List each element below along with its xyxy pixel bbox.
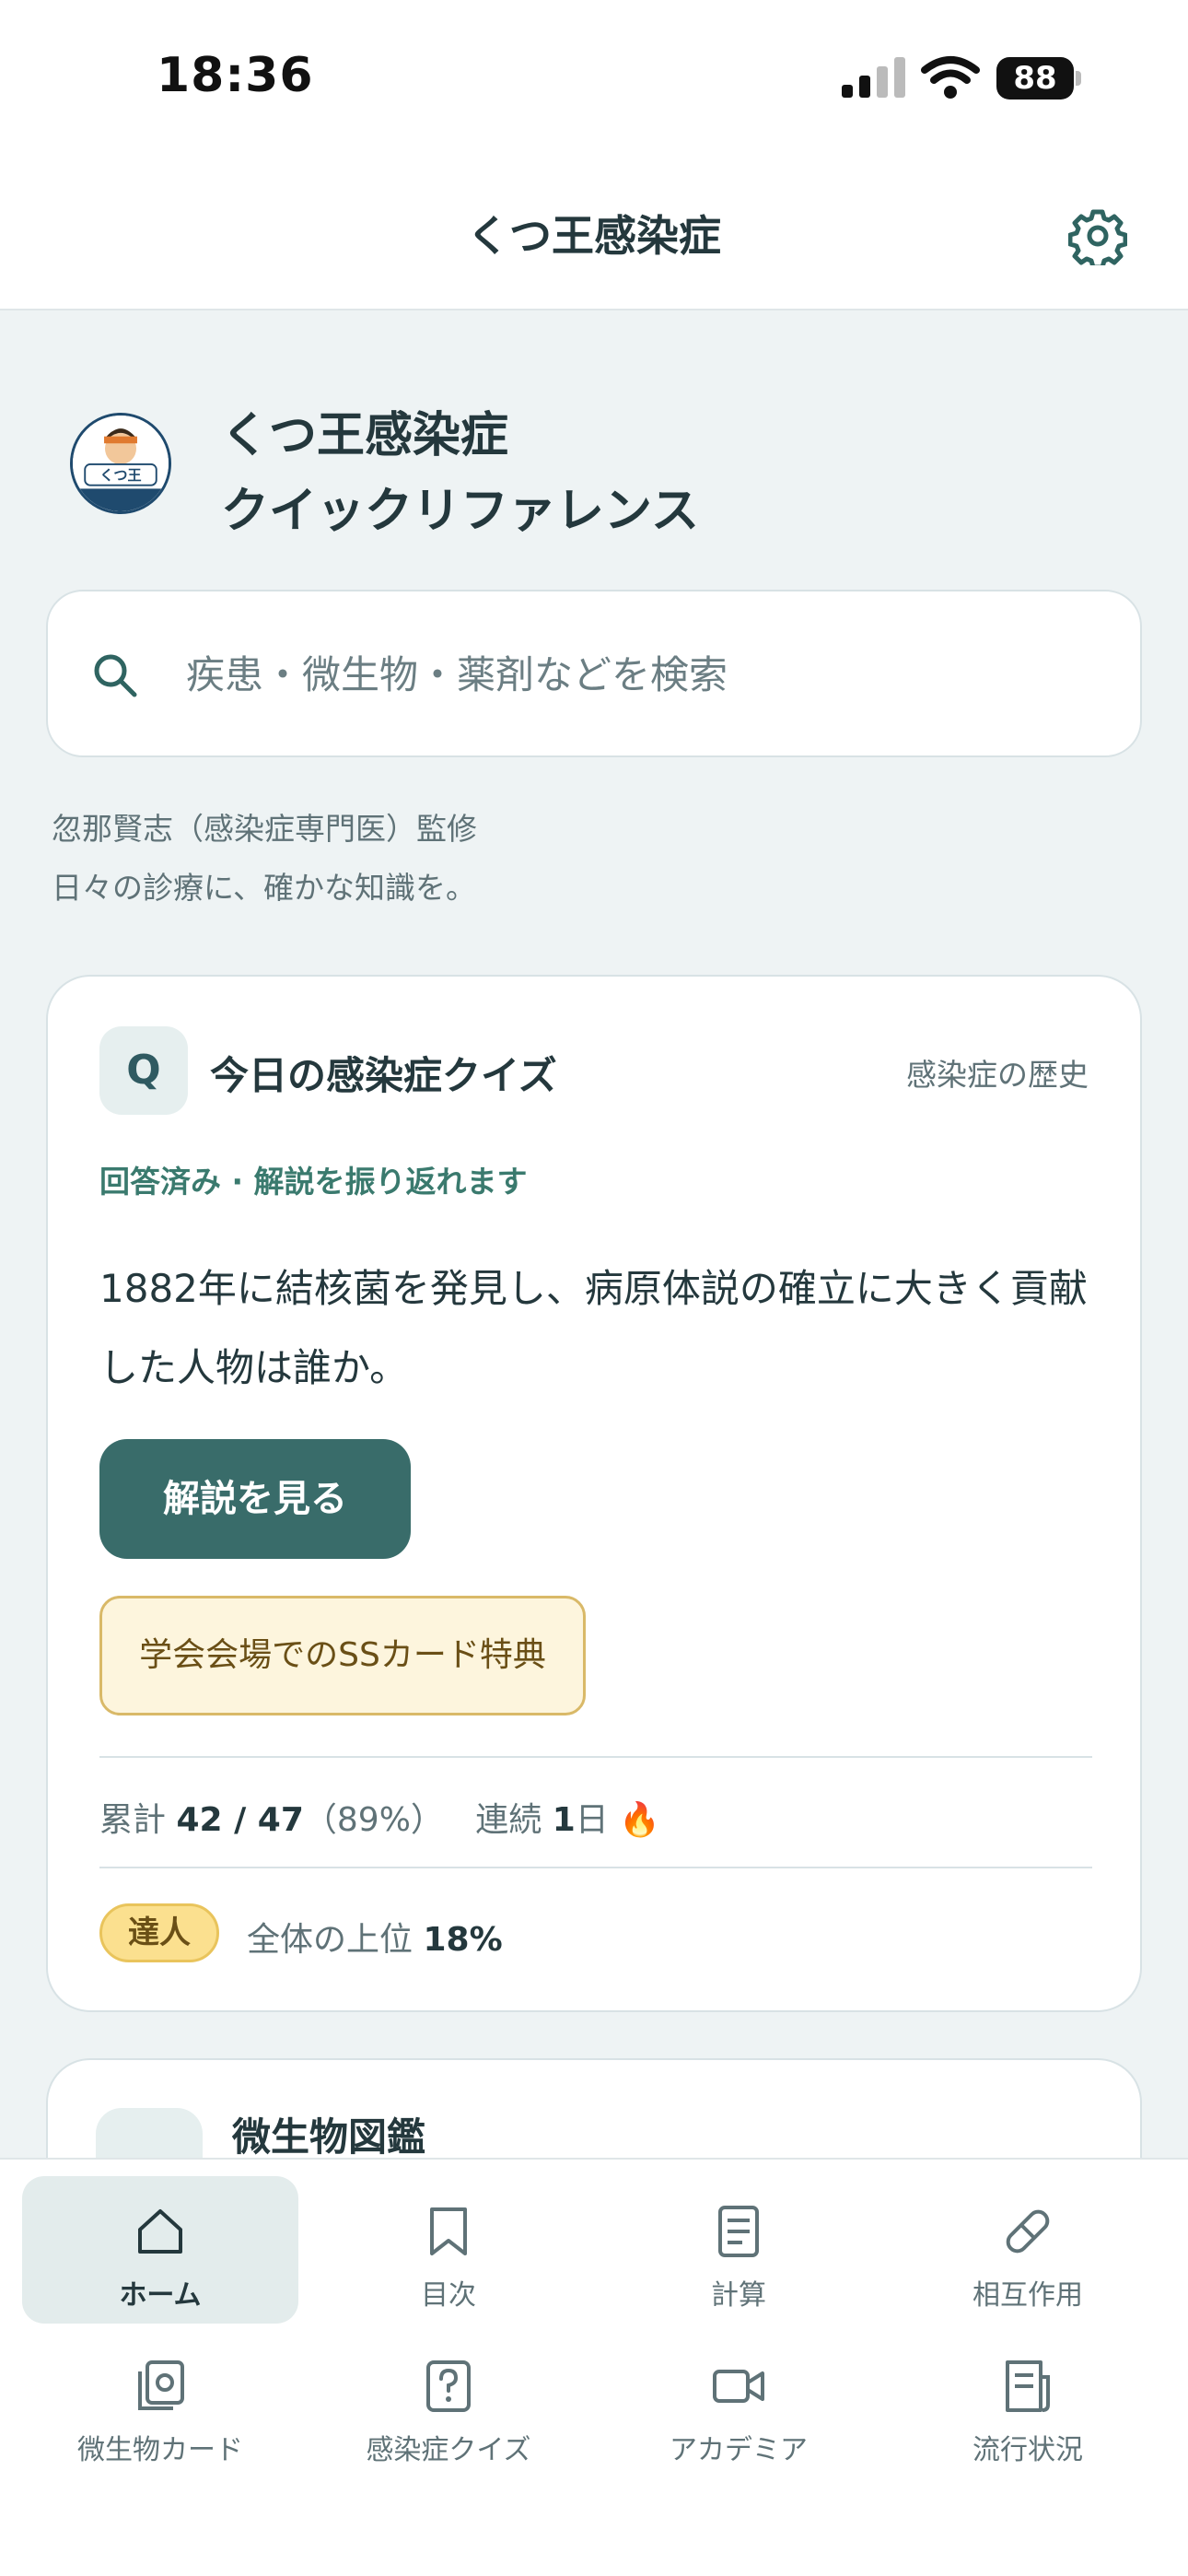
- battery-indicator: 88: [996, 57, 1081, 100]
- tab-label: アカデミア: [670, 2434, 808, 2466]
- battery-level: 88: [1013, 60, 1057, 97]
- bottom-tab-bar: ホーム 目次 計算 相互作用 微生物カード 感染症クイズ アカデミア 流行状況: [0, 2158, 1188, 2576]
- tab-label: 感染症クイズ: [366, 2434, 531, 2466]
- wifi-icon: [921, 56, 980, 99]
- tab-calculation[interactable]: 計算: [600, 2176, 877, 2324]
- quiz-category: 感染症の歴史: [906, 1057, 1089, 1093]
- divider: [99, 1867, 1092, 1868]
- tab-label: 流行状況: [973, 2434, 1083, 2466]
- quiz-badge: Q: [99, 1026, 188, 1115]
- tab-label: 微生物カード: [77, 2434, 243, 2466]
- app-logo: くつ王: [70, 413, 171, 514]
- svg-text:くつ王: くつ王: [99, 467, 141, 484]
- brand-title-line1: くつ王感染症: [221, 408, 509, 463]
- ss-card-perk-button[interactable]: 学会会場でのSSカード特典: [99, 1596, 586, 1715]
- stats-total-label: 累計: [99, 1801, 167, 1839]
- tab-epidemic-status[interactable]: 流行状況: [890, 2331, 1166, 2478]
- supervision-note: 忽那賢志（感染症専門医）監修 日々の診療に、確かな知識を。: [52, 800, 477, 918]
- tab-label: 相互作用: [973, 2279, 1083, 2312]
- stats-streak-label: 連続: [475, 1801, 542, 1839]
- stats-streak-unit: 日: [575, 1801, 609, 1839]
- report-icon: [1006, 2360, 1050, 2412]
- rank-badge: 達人: [99, 1903, 219, 1962]
- tab-academia[interactable]: アカデミア: [600, 2331, 877, 2478]
- search-icon: [94, 654, 137, 697]
- video-icon: [713, 2370, 764, 2403]
- brand-title-line2: クイックリファレンス: [221, 484, 699, 539]
- question-icon: [426, 2360, 471, 2412]
- microbe-card-title: 微生物図鑑: [232, 2114, 426, 2160]
- supervision-line1: 忽那賢志（感染症専門医）監修: [52, 811, 477, 847]
- divider: [99, 1756, 1092, 1758]
- brand-title: くつ王感染症 クイックリファレンス: [221, 398, 699, 549]
- fire-icon: 🔥: [619, 1801, 661, 1839]
- tab-quiz[interactable]: 感染症クイズ: [310, 2331, 587, 2478]
- document-icon: [718, 2206, 759, 2257]
- tab-label: 計算: [711, 2279, 766, 2312]
- quiz-status: 回答済み · 解説を振り返れます: [99, 1164, 528, 1200]
- supervision-line2: 日々の診療に、確かな知識を。: [52, 870, 477, 906]
- rank-percentile: 全体の上位 18%: [247, 1913, 503, 1961]
- quiz-question: 1882年に結核菌を発見し、病原体説の確立に大きく貢献した人物は誰か。: [99, 1266, 1088, 1390]
- top-bar: 18:36 88 くつ王感染症: [0, 0, 1188, 310]
- search-input[interactable]: [186, 638, 1107, 711]
- pill-icon: [1006, 2209, 1050, 2254]
- view-explanation-button[interactable]: 解説を見る: [99, 1439, 411, 1559]
- tab-home[interactable]: ホーム: [22, 2176, 298, 2324]
- stats-total-pct: （89%）: [303, 1801, 444, 1839]
- tab-label: 目次: [421, 2279, 476, 2312]
- home-icon: [138, 2209, 182, 2254]
- page-title: くつ王感染症: [467, 211, 721, 261]
- stats-total-value: 42 / 47: [176, 1801, 304, 1839]
- search-bar[interactable]: [46, 590, 1142, 757]
- tab-interactions[interactable]: 相互作用: [890, 2176, 1166, 2324]
- bookmark-icon: [430, 2207, 467, 2255]
- percentile-label: 全体の上位: [247, 1921, 413, 1959]
- status-time: 18:36: [157, 48, 314, 103]
- tab-microbe-cards[interactable]: 微生物カード: [22, 2331, 298, 2478]
- card-stack-icon: [138, 2360, 184, 2410]
- cellular-signal-icon: [842, 57, 905, 98]
- stats-streak-value: 1: [552, 1801, 576, 1839]
- tab-label: ホーム: [119, 2279, 202, 2312]
- percentile-value: 18%: [423, 1921, 503, 1959]
- quiz-card[interactable]: Q 今日の感染症クイズ 感染症の歴史 回答済み · 解説を振り返れます 1882…: [46, 975, 1142, 2012]
- gear-icon[interactable]: [1068, 206, 1127, 265]
- quiz-card-title: 今日の感染症クイズ: [210, 1053, 557, 1098]
- quiz-stats: 累計 42 / 47（89%） 連続 1日 🔥: [99, 1793, 660, 1841]
- app-screen: 18:36 88 くつ王感染症 くつ王 くつ王感染症 クイックリファレンス 疾患…: [0, 0, 1188, 2576]
- tab-contents[interactable]: 目次: [310, 2176, 587, 2324]
